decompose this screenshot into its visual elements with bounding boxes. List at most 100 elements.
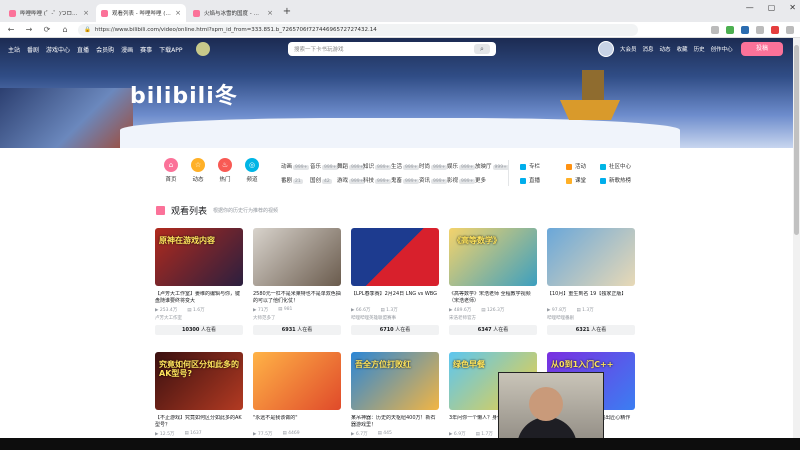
scrollbar-thumb[interactable] [794,45,799,235]
watching-count-button[interactable]: 6931 人在看 [253,325,341,335]
video-thumbnail[interactable]: 原神在游戏内容 [155,228,243,286]
channel-item[interactable]: 知识 999+ [363,162,392,170]
video-thumbnail[interactable]: 吾全方位打败红 [351,352,439,410]
nav-vip[interactable]: 大会员 [620,45,637,53]
video-thumbnail[interactable] [253,228,341,286]
channel-channels[interactable]: ◎ 频道 [241,158,263,183]
video-title[interactable]: 《高等数学》宋浩老师 全程教学视频（宋浩老师） [449,291,537,305]
reload-icon[interactable]: ⟳ [42,25,52,34]
video-thumbnail[interactable]: 《高等数学》 [449,228,537,286]
back-icon[interactable]: ← [6,25,16,34]
uploader-name[interactable]: 宋浩老师官方 [449,315,537,321]
avatar[interactable] [598,41,614,57]
browser-tab-3[interactable]: 火焰与冰雪的国度 - 哔哩哔哩... × [188,4,278,22]
video-title[interactable]: "永远不是我该做的" [253,415,341,429]
channel-item[interactable]: 鬼畜 999+ [391,176,420,184]
channel-item[interactable]: 番剧 21 [281,176,303,184]
extension-icon[interactable] [711,25,719,34]
side-link[interactable]: 课堂 [566,176,586,184]
channel-item[interactable]: 生活 999+ [391,162,420,170]
channel-item[interactable]: 影视 999+ [447,176,476,184]
video-card[interactable]: 【LPL春季赛】2月24日 LNG vs WBG ▶ 66.6万 ▤ 1.3万 哔哩哔… [351,228,439,346]
browser-tab-1[interactable]: 哔哩哔哩 (゜-゜)つロ 干杯~-bili... × [4,4,94,22]
side-link[interactable]: 专栏 [520,162,540,170]
channel-item[interactable]: 动画 999+ [281,162,310,170]
video-card[interactable]: 【10月】重生到名 19【独家正版】 ▶ 97.8万 ▤ 1.3万 哔哩哔哩番剧 632… [547,228,635,346]
side-link[interactable]: 活动 [566,162,586,170]
maximize-button[interactable]: ▢ [768,3,776,12]
video-title[interactable]: 【LPL春季赛】2月24日 LNG vs WBG [351,291,439,305]
nav-dynamics[interactable]: 动态 [660,45,671,53]
channel-item[interactable]: 音乐 999+ [310,162,339,170]
bilibili-logo[interactable]: bilibili冬 [130,78,238,110]
search-icon[interactable]: ⌕ [474,44,490,54]
video-title[interactable]: 某吊神器：历史的天枢纽400万！新石器游戏里！ [351,415,439,429]
uploader-name[interactable]: 哔哩哔哩英雄联盟赛事 [351,315,439,321]
close-tab-icon[interactable]: × [267,9,273,17]
channel-item[interactable]: 科技 999+ [363,176,392,184]
event-ball-icon[interactable] [196,42,210,56]
search-input[interactable]: 搜索一下卡书玩游戏 ⌕ [288,42,496,56]
minimize-button[interactable]: — [746,3,754,12]
side-link[interactable]: 社区中心 [600,162,631,170]
extension-icon[interactable] [741,25,749,34]
nav-live[interactable]: 直播 [77,45,89,54]
channel-home[interactable]: ⌂ 首页 [160,158,182,183]
video-thumbnail[interactable] [253,352,341,410]
nav-favorites[interactable]: 收藏 [677,45,688,53]
nav-messages[interactable]: 消息 [643,45,654,53]
uploader-name[interactable]: 卢芳大工作室 [155,315,243,321]
video-card[interactable]: 2580元一杠不是米莱特也不是单双色抽的可以了他们化仗！ ▶ 71万 ▤ 981 大师… [253,228,341,346]
menu-icon[interactable] [786,25,794,34]
uploader-name[interactable]: 大师范多了 [253,315,341,321]
nav-manga[interactable]: 漫画 [121,45,133,54]
close-window-button[interactable]: ✕ [789,3,796,12]
upload-button[interactable]: 投稿 [741,42,783,56]
nav-game-center[interactable]: 游戏中心 [46,45,70,54]
video-title[interactable]: 【10月】重生到名 19【独家正版】 [547,291,635,305]
new-tab-button[interactable]: + [280,4,294,22]
nav-history[interactable]: 历史 [694,45,705,53]
nav-shop[interactable]: 会员购 [96,45,114,54]
channel-item[interactable]: 舞蹈 999+ [337,162,366,170]
side-link[interactable]: 新歌热榜 [600,176,631,184]
channel-item[interactable]: 国创 42 [310,176,332,184]
watching-count-button[interactable]: 6321 人在看 [547,325,635,335]
nav-download-app[interactable]: 下载APP [159,45,182,54]
nav-main[interactable]: 主站 [8,45,20,54]
channel-item[interactable]: 游戏 999+ [337,176,366,184]
url-field[interactable]: 🔒 https://www.bilibili.com/video/online.… [78,23,638,36]
channel-item[interactable]: 时尚 999+ [419,162,448,170]
channel-item[interactable]: 娱乐 999+ [447,162,476,170]
watching-count-button[interactable]: 6710 人在看 [351,325,439,335]
video-card[interactable]: "永远不是我该做的"▶ 77.5万▤ 4469老番茄5792 人在看 [253,352,341,450]
extension-icon[interactable] [726,25,734,34]
extension-icon[interactable] [756,25,764,34]
video-thumbnail[interactable]: 究竟如何区分如此多的AK型号? [155,352,243,410]
side-link[interactable]: 直播 [520,176,540,184]
channel-item[interactable]: 更多 [475,176,486,184]
home-icon[interactable]: ⌂ [60,25,70,34]
forward-icon[interactable]: → [24,25,34,34]
video-card[interactable]: 原神在游戏内容 【卢芳大工作室】姜维的编辑与你，键盘随谁要终将变大 ▶ 253.4万… [155,228,243,346]
nav-anime[interactable]: 番剧 [27,45,39,54]
close-tab-icon[interactable]: × [83,9,89,17]
browser-tab-2[interactable]: 观看列表 - 哔哩哔哩 (゜-゜)つロ 干... × [96,4,186,22]
watching-count-button[interactable]: 10300 人在看 [155,325,243,335]
video-card[interactable]: 吾全方位打败红 某吊神器：历史的天枢纽400万！新石器游戏里！ ▶ 6.7万 ▤ 44… [351,352,439,450]
channel-dynamic[interactable]: ☆ 动态 [187,158,209,183]
video-title[interactable]: 【卢芳大工作室】姜维的编辑与你，键盘随谁要终将变大 [155,291,243,305]
nav-creator-center[interactable]: 创作中心 [711,45,733,53]
video-card[interactable]: 《高等数学》 《高等数学》宋浩老师 全程教学视频（宋浩老师） ▶ 489.6万 ▤ 1… [449,228,537,346]
watching-count-button[interactable]: 6347 人在看 [449,325,537,335]
extension-icon[interactable] [771,25,779,34]
video-title[interactable]: 【不止游戏】究竟如何区分如此多的AK型号？ [155,415,243,429]
close-tab-icon[interactable]: × [175,9,181,17]
uploader-name[interactable]: 哔哩哔哩番剧 [547,315,635,321]
video-thumbnail[interactable] [547,228,635,286]
channel-item[interactable]: 放映厅 999+ [475,162,509,170]
video-card[interactable]: 究竟如何区分如此多的AK型号? 【不止游戏】究竟如何区分如此多的AK型号？ ▶ 12… [155,352,243,450]
channel-item[interactable]: 资讯 999+ [419,176,448,184]
video-thumbnail[interactable] [351,228,439,286]
nav-esports[interactable]: 赛事 [140,45,152,54]
